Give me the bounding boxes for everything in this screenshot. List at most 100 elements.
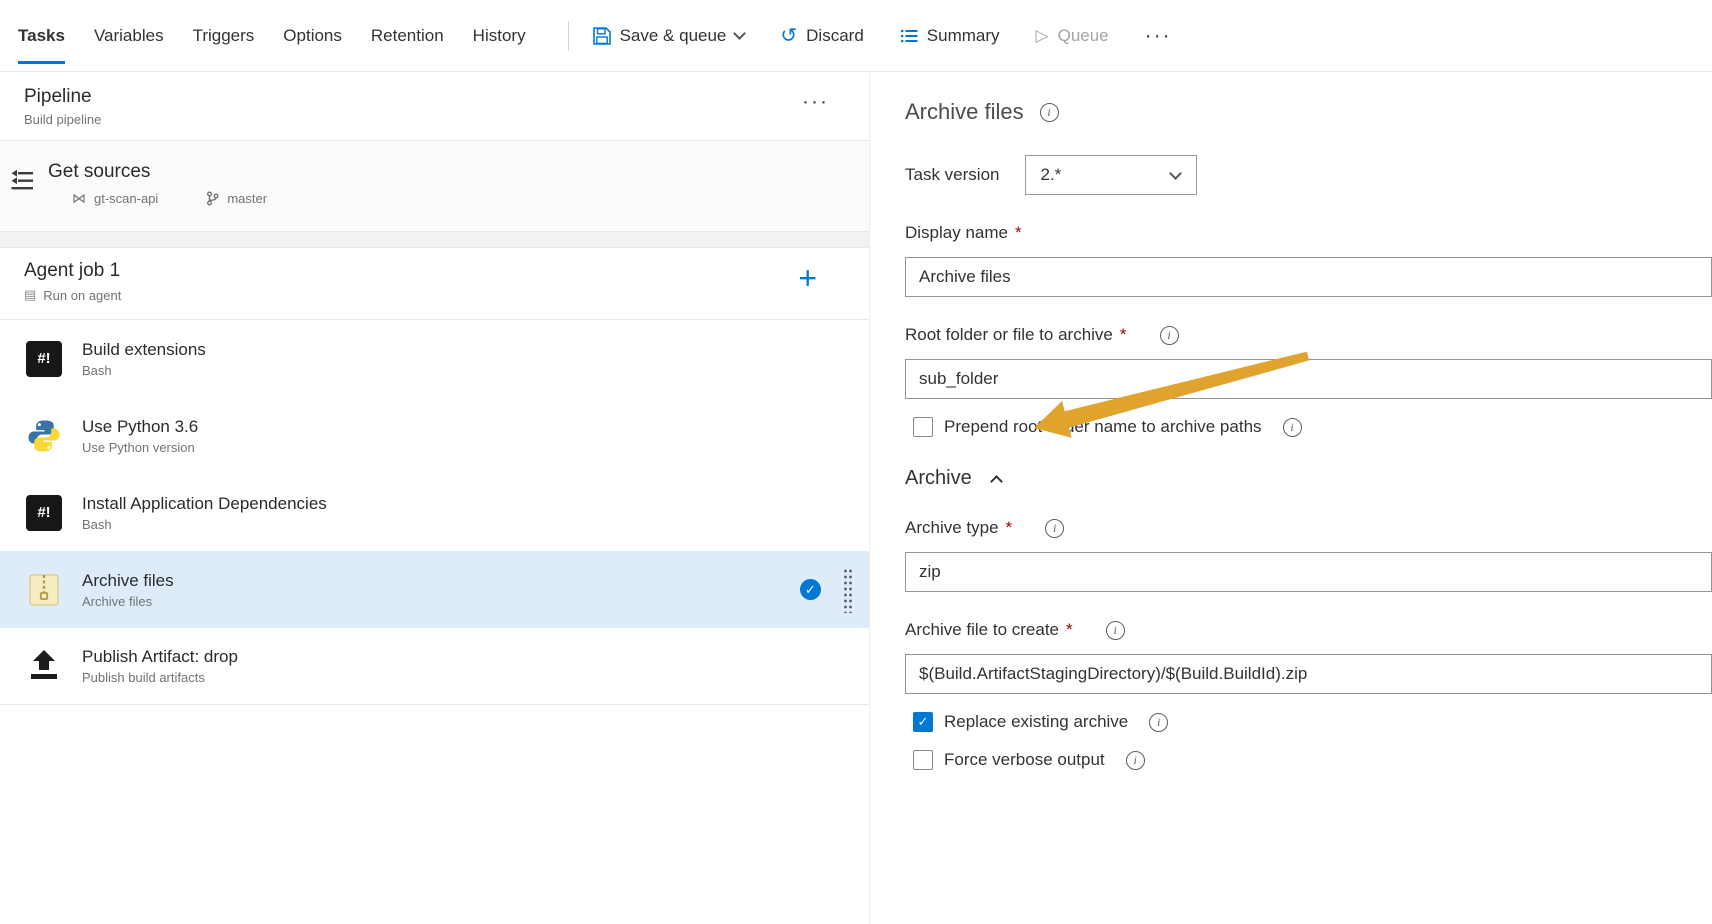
detail-title: Archive files bbox=[905, 99, 1024, 125]
task-row-archive-files[interactable]: Archive files Archive files ✓ bbox=[0, 551, 869, 628]
archive-type-input[interactable] bbox=[905, 552, 1712, 592]
task-subtitle: Publish build artifacts bbox=[82, 670, 238, 685]
save-icon bbox=[593, 27, 611, 45]
task-title: Build extensions bbox=[82, 340, 206, 360]
info-icon[interactable]: i bbox=[1149, 713, 1168, 732]
tab-history[interactable]: History bbox=[473, 0, 526, 72]
zip-archive-icon bbox=[26, 572, 62, 608]
info-icon[interactable]: i bbox=[1045, 519, 1064, 538]
add-task-button[interactable]: + bbox=[798, 262, 817, 294]
agent-job-subtitle: Run on agent bbox=[43, 288, 121, 303]
pipeline-header: Pipeline Build pipeline ··· bbox=[0, 73, 869, 141]
archive-type-group: Archive type * i bbox=[905, 518, 1712, 592]
summary-label: Summary bbox=[927, 26, 1000, 46]
display-name-group: Display name * bbox=[905, 223, 1712, 297]
undo-icon: ↺ bbox=[780, 26, 797, 46]
replace-archive-checkbox[interactable]: ✓ bbox=[913, 712, 933, 732]
bash-icon: #! bbox=[26, 495, 62, 531]
task-row-install-dependencies[interactable]: #! Install Application Dependencies Bash bbox=[0, 474, 869, 551]
agent-job-subtitle-row: ▤ Run on agent bbox=[24, 287, 845, 303]
get-sources-meta: ⋈ gt-scan-api master bbox=[72, 190, 869, 207]
drag-handle[interactable] bbox=[843, 568, 853, 613]
top-navigation: Tasks Variables Triggers Options Retenti… bbox=[0, 0, 1712, 72]
required-marker: * bbox=[1015, 223, 1022, 243]
tab-options[interactable]: Options bbox=[283, 0, 342, 72]
discard-button[interactable]: ↺ Discard bbox=[780, 26, 863, 46]
agent-icon: ▤ bbox=[24, 287, 36, 303]
pipeline-tabs: Tasks Variables Triggers Options Retenti… bbox=[0, 0, 526, 72]
summary-button[interactable]: Summary bbox=[900, 26, 1000, 46]
root-folder-input[interactable] bbox=[905, 359, 1712, 399]
agent-job-header[interactable]: Agent job 1 ▤ Run on agent + bbox=[0, 248, 869, 320]
verbose-output-checkbox[interactable]: ✓ bbox=[913, 750, 933, 770]
info-icon[interactable]: i bbox=[1040, 103, 1059, 122]
task-title: Archive files bbox=[82, 571, 174, 591]
tab-variables[interactable]: Variables bbox=[94, 0, 164, 72]
save-queue-button[interactable]: Save & queue bbox=[593, 26, 745, 46]
task-version-dropdown[interactable]: 2.* bbox=[1025, 155, 1197, 195]
queue-label: Queue bbox=[1058, 26, 1109, 46]
verbose-output-row: ✓ Force verbose output i bbox=[905, 750, 1712, 770]
task-row-publish-artifact[interactable]: Publish Artifact: drop Publish build art… bbox=[0, 628, 869, 705]
chevron-up-icon bbox=[990, 475, 1003, 488]
repository-icon: ⋈ bbox=[72, 190, 86, 207]
display-name-label: Display name bbox=[905, 223, 1008, 243]
publish-artifact-icon bbox=[26, 648, 62, 684]
pipeline-more-button[interactable]: ··· bbox=[802, 91, 829, 112]
get-sources-title: Get sources bbox=[48, 161, 869, 183]
queue-button[interactable]: ▷ Queue bbox=[1036, 26, 1109, 46]
toolbar-divider bbox=[568, 21, 569, 51]
task-title: Publish Artifact: drop bbox=[82, 647, 238, 667]
pipeline-subtitle: Build pipeline bbox=[24, 112, 845, 127]
prepend-root-checkbox[interactable]: ✓ bbox=[913, 417, 933, 437]
pipeline-title: Pipeline bbox=[24, 86, 845, 108]
chevron-down-icon bbox=[1170, 167, 1183, 180]
tab-triggers[interactable]: Triggers bbox=[193, 0, 255, 72]
tab-retention[interactable]: Retention bbox=[371, 0, 444, 72]
bash-icon: #! bbox=[26, 341, 62, 377]
archive-file-group: Archive file to create * i bbox=[905, 620, 1712, 694]
summary-list-icon bbox=[900, 27, 918, 45]
info-icon[interactable]: i bbox=[1283, 418, 1302, 437]
info-icon[interactable]: i bbox=[1106, 621, 1125, 640]
get-sources-icon bbox=[9, 169, 35, 193]
required-marker: * bbox=[1120, 325, 1127, 345]
task-subtitle: Bash bbox=[82, 517, 327, 532]
get-sources-section[interactable]: Get sources ⋈ gt-scan-api master bbox=[0, 141, 869, 232]
task-version-label: Task version bbox=[905, 165, 999, 185]
archive-section-title: Archive bbox=[905, 467, 972, 490]
info-icon[interactable]: i bbox=[1160, 326, 1179, 345]
prepend-root-label: Prepend root folder name to archive path… bbox=[944, 417, 1262, 437]
toolbar-more-button[interactable]: ··· bbox=[1145, 25, 1172, 46]
tab-tasks[interactable]: Tasks bbox=[18, 0, 65, 72]
pipeline-task-panel: Pipeline Build pipeline ··· Get sources … bbox=[0, 73, 870, 924]
play-icon: ▷ bbox=[1036, 27, 1049, 44]
root-folder-group: Root folder or file to archive * i bbox=[905, 325, 1712, 399]
archive-file-label: Archive file to create bbox=[905, 620, 1059, 640]
branch-icon bbox=[206, 191, 219, 206]
replace-archive-row: ✓ Replace existing archive i bbox=[905, 712, 1712, 732]
selected-check-icon: ✓ bbox=[800, 579, 821, 600]
agent-job-title: Agent job 1 bbox=[24, 260, 845, 282]
task-subtitle: Bash bbox=[82, 363, 206, 378]
task-title: Install Application Dependencies bbox=[82, 494, 327, 514]
task-row-build-extensions[interactable]: #! Build extensions Bash bbox=[0, 320, 869, 397]
chevron-down-icon[interactable] bbox=[734, 27, 747, 40]
replace-archive-label: Replace existing archive bbox=[944, 712, 1128, 732]
archive-file-input[interactable] bbox=[905, 654, 1712, 694]
task-subtitle: Use Python version bbox=[82, 440, 198, 455]
task-title: Use Python 3.6 bbox=[82, 417, 198, 437]
python-icon bbox=[26, 418, 62, 454]
display-name-input[interactable] bbox=[905, 257, 1712, 297]
task-row-use-python[interactable]: Use Python 3.6 Use Python version bbox=[0, 397, 869, 474]
archive-type-label: Archive type bbox=[905, 518, 999, 538]
required-marker: * bbox=[1006, 518, 1013, 538]
discard-label: Discard bbox=[806, 26, 864, 46]
info-icon[interactable]: i bbox=[1126, 751, 1145, 770]
task-subtitle: Archive files bbox=[82, 594, 174, 609]
archive-section-header[interactable]: Archive bbox=[905, 467, 1712, 490]
required-marker: * bbox=[1066, 620, 1073, 640]
task-version-value: 2.* bbox=[1040, 165, 1061, 185]
verbose-output-label: Force verbose output bbox=[944, 750, 1105, 770]
branch-name: master bbox=[227, 191, 267, 206]
